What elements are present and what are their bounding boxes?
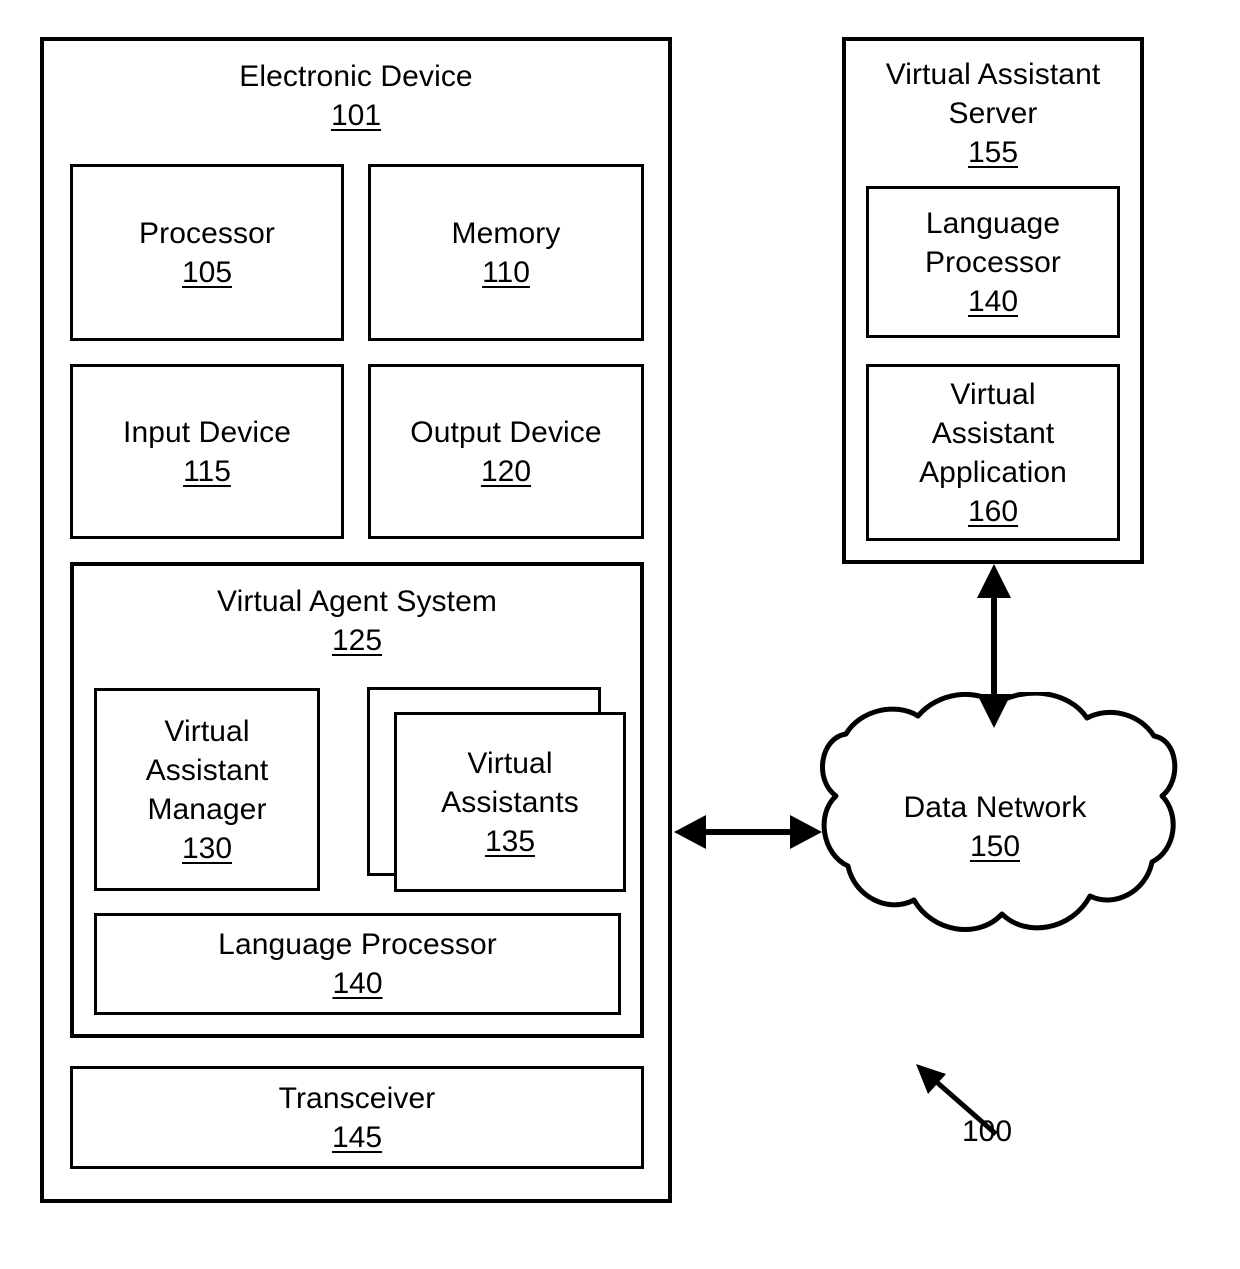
electronic-device-ref: 101 xyxy=(330,99,382,132)
figure-reference-label: 100 xyxy=(962,1112,1012,1151)
virtual-agent-system-ref: 125 xyxy=(331,624,383,657)
virtual-assistant-server-ref: 155 xyxy=(967,136,1019,169)
input-device-title: Input Device xyxy=(123,415,291,449)
memory-ref: 110 xyxy=(482,255,530,289)
transceiver-ref: 145 xyxy=(331,1120,383,1154)
output-device-ref: 120 xyxy=(480,454,532,488)
virtual-assistant-application-title: Virtual Assistant Application xyxy=(919,377,1067,489)
transceiver-box: Transceiver 145 xyxy=(70,1066,644,1169)
transceiver-title: Transceiver xyxy=(278,1081,436,1115)
processor-ref: 105 xyxy=(181,255,233,289)
figure-reference-number: 100 xyxy=(962,1115,1013,1148)
server-language-processor-box: Language Processor 140 xyxy=(866,186,1120,338)
virtual-agent-system-title: Virtual Agent System xyxy=(217,585,497,618)
device-language-processor-box: Language Processor 140 xyxy=(94,913,621,1015)
electronic-device-title: Electronic Device xyxy=(239,60,473,93)
virtual-assistant-manager-ref: 130 xyxy=(181,831,233,865)
output-device-title: Output Device xyxy=(410,415,602,449)
virtual-assistant-server-title: Virtual Assistant Server xyxy=(885,58,1101,130)
virtual-assistant-manager-title: Virtual Assistant Manager xyxy=(145,714,269,826)
patent-figure: Electronic Device 101 Processor 105 Memo… xyxy=(0,0,1240,1269)
output-device-box: Output Device 120 xyxy=(368,364,644,539)
device-network-arrow xyxy=(672,806,824,858)
network-server-arrow xyxy=(968,562,1020,730)
input-device-ref: 115 xyxy=(183,454,231,488)
virtual-assistant-manager-box: Virtual Assistant Manager 130 xyxy=(94,688,320,891)
server-language-processor-ref: 140 xyxy=(967,284,1019,318)
virtual-assistants-box: Virtual Assistants 135 xyxy=(394,712,626,892)
memory-title: Memory xyxy=(451,216,561,250)
processor-title: Processor xyxy=(139,216,275,250)
input-device-box: Input Device 115 xyxy=(70,364,344,539)
virtual-assistant-application-box: Virtual Assistant Application 160 xyxy=(866,364,1120,541)
memory-box: Memory 110 xyxy=(368,164,644,341)
virtual-assistant-application-ref: 160 xyxy=(967,494,1019,528)
data-network-ref: 150 xyxy=(969,830,1021,863)
server-language-processor-title: Language Processor xyxy=(925,206,1061,279)
data-network-title: Data Network xyxy=(903,791,1087,824)
device-language-processor-title: Language Processor xyxy=(218,928,497,961)
device-language-processor-ref: 140 xyxy=(332,967,383,1000)
virtual-assistants-ref: 135 xyxy=(484,824,536,858)
virtual-assistants-title: Virtual Assistants xyxy=(441,746,579,819)
processor-box: Processor 105 xyxy=(70,164,344,341)
data-network-cloud: Data Network 150 xyxy=(810,692,1180,954)
